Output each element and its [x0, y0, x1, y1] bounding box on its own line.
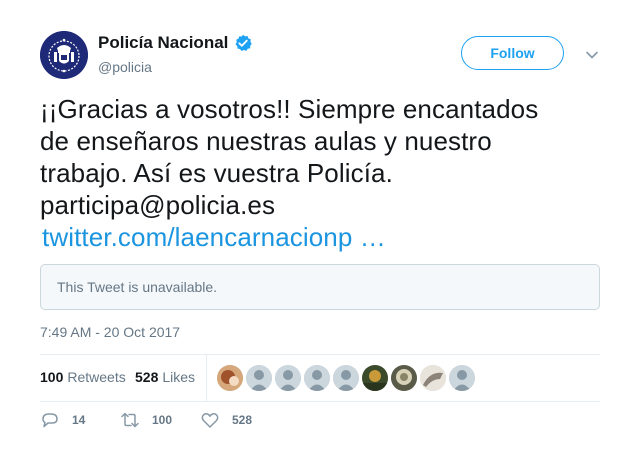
- liker-avatar[interactable]: [449, 365, 475, 391]
- likes-count: 528: [135, 369, 159, 385]
- retweet-button[interactable]: 100: [120, 410, 172, 430]
- author-name[interactable]: Policía Nacional: [98, 33, 228, 53]
- tweet-text-line: trabajo. Así es vuestra Policía.: [40, 158, 393, 188]
- liker-avatar[interactable]: [362, 365, 388, 391]
- tweet-text-line: de enseñaros nuestras aulas y nuestro: [40, 126, 492, 156]
- tweet-header: Policía Nacional @policia Follow: [40, 31, 600, 81]
- liker-avatars: [217, 365, 478, 391]
- reply-icon: [42, 413, 58, 428]
- tweet-text-line: ¡¡Gracias a vosotros!! Siempre encantado…: [40, 94, 539, 124]
- likes-label: Likes: [162, 369, 196, 385]
- reply-button[interactable]: 14: [40, 410, 85, 430]
- author-handle[interactable]: @policia: [98, 59, 152, 75]
- author-name-row: Policía Nacional: [98, 33, 253, 53]
- divider: [206, 355, 207, 401]
- follow-button[interactable]: Follow: [461, 36, 564, 70]
- retweets-count: 100: [40, 369, 64, 385]
- like-button[interactable]: 528: [200, 410, 252, 430]
- heart-icon: [201, 412, 219, 428]
- chevron-down-icon[interactable]: [584, 47, 600, 63]
- retweets-label: Retweets: [67, 369, 126, 385]
- reply-count: 14: [72, 413, 86, 427]
- tweet-link[interactable]: twitter.com/laencarnacionp …: [40, 221, 605, 253]
- tweet-text: ¡¡Gracias a vosotros!! Siempre encantado…: [40, 93, 605, 253]
- likes-stat[interactable]: 528 Likes: [135, 369, 195, 385]
- like-count: 528: [232, 413, 253, 427]
- liker-avatar[interactable]: [420, 365, 446, 391]
- verified-badge-icon: [234, 34, 253, 52]
- retweet-icon: [121, 412, 139, 428]
- avatar[interactable]: [40, 31, 88, 79]
- liker-avatar[interactable]: [275, 365, 301, 391]
- tweet-stats: 100 Retweets 528 Likes: [40, 355, 600, 401]
- liker-avatar[interactable]: [246, 365, 272, 391]
- retweets-stat[interactable]: 100 Retweets: [40, 369, 126, 385]
- liker-avatar[interactable]: [217, 365, 243, 391]
- retweet-count: 100: [152, 413, 173, 427]
- liker-avatar[interactable]: [304, 365, 330, 391]
- liker-avatar[interactable]: [391, 365, 417, 391]
- tweet-text-line: participa@policia.es: [40, 190, 276, 220]
- divider: [40, 401, 600, 402]
- quoted-tweet-unavailable: This Tweet is unavailable.: [40, 264, 600, 310]
- liker-avatar[interactable]: [333, 365, 359, 391]
- tweet-timestamp[interactable]: 7:49 AM - 20 Oct 2017: [40, 324, 180, 340]
- unavailable-message: This Tweet is unavailable.: [57, 279, 218, 295]
- police-badge-icon: [40, 31, 88, 79]
- tweet-actions: 14 100 528: [40, 410, 600, 436]
